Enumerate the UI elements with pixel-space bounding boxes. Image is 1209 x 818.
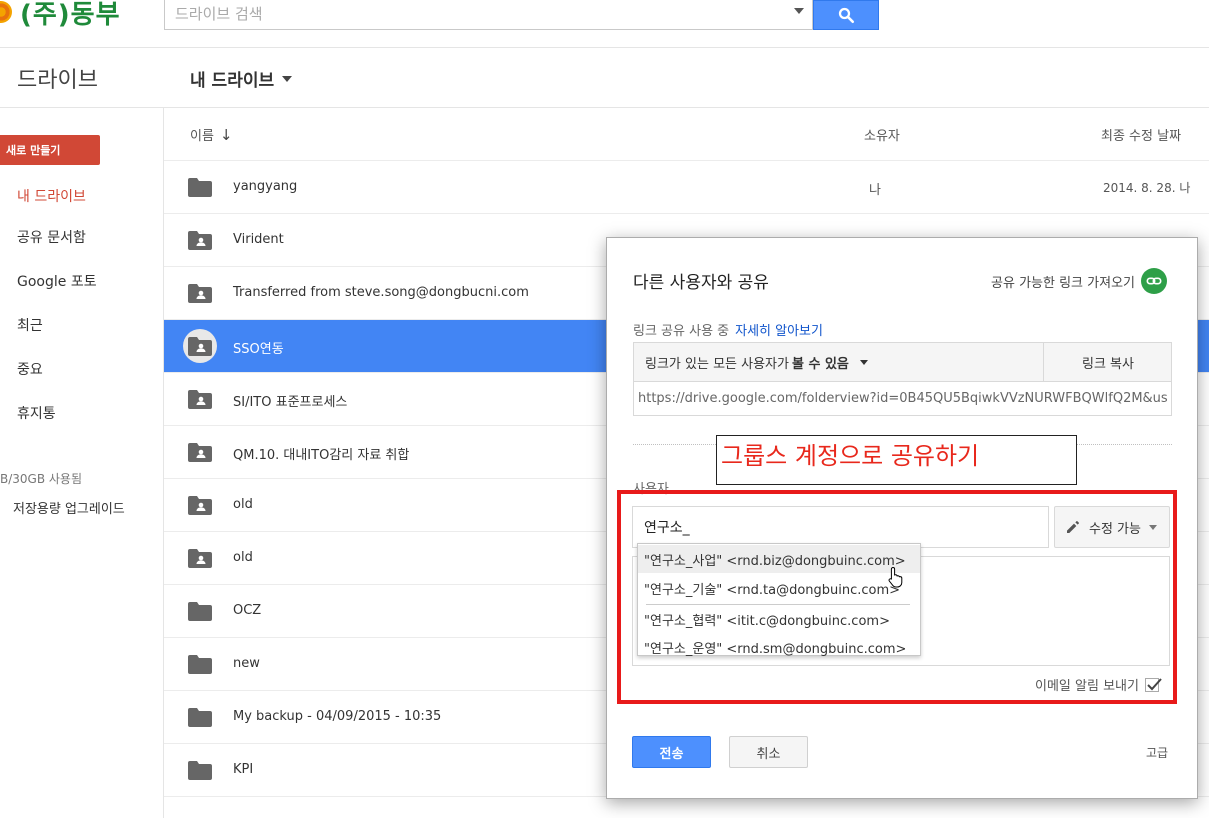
- file-name: SI/ITO 표준프로세스: [233, 395, 348, 410]
- shared-folder-icon: [188, 231, 212, 250]
- access-level: 볼 수 있음: [791, 356, 849, 372]
- file-owner: 나: [869, 183, 881, 198]
- file-name: old: [233, 497, 253, 512]
- sidebar-item-my-drive[interactable]: 내 드라이브: [17, 186, 86, 206]
- column-modified[interactable]: 최종 수정 날짜: [1101, 125, 1181, 144]
- column-name-label: 이름: [190, 129, 214, 144]
- column-header: 이름 ↓ 소유자 최종 수정 날짜: [164, 108, 1209, 161]
- search-box: [164, 0, 813, 30]
- sidebar-item-photos[interactable]: Google 포토: [17, 271, 97, 291]
- file-name: old: [233, 550, 253, 565]
- column-owner[interactable]: 소유자: [864, 125, 900, 144]
- access-caret-icon: [859, 359, 868, 365]
- shared-folder-icon: [188, 443, 212, 462]
- link-access-row: 링크가 있는 모든 사용자가 볼 수 있음 링크 복사: [633, 342, 1172, 382]
- folder-icon: [188, 655, 212, 674]
- file-name: SSO연동: [233, 342, 284, 357]
- file-name: My backup - 04/09/2015 - 10:35: [233, 709, 442, 724]
- get-link-label: 공유 가능한 링크 가져오기: [991, 275, 1135, 291]
- share-url-field[interactable]: [633, 382, 1172, 416]
- copy-link-button[interactable]: 링크 복사: [1043, 343, 1172, 381]
- subheader: 드라이브 내 드라이브: [0, 48, 1209, 108]
- logo-flower-icon: [0, 1, 12, 23]
- file-name: OCZ: [233, 603, 262, 618]
- sidebar-item-recent[interactable]: 최근: [17, 315, 43, 335]
- annotation-frame: [617, 490, 1177, 704]
- shared-folder-icon: [183, 329, 217, 363]
- sort-arrow-down-icon: ↓: [219, 126, 233, 144]
- learn-more-link[interactable]: 자세히 알아보기: [735, 324, 823, 339]
- search-icon: [838, 7, 855, 24]
- link-access-select[interactable]: 링크가 있는 모든 사용자가 볼 수 있음: [634, 343, 1043, 381]
- file-name: QM.10. 대내ITO감리 자료 취합: [233, 448, 410, 463]
- folder-icon: [188, 602, 212, 621]
- app-title: 드라이브: [17, 68, 98, 93]
- upgrade-storage-link[interactable]: 저장용량 업그레이드: [13, 503, 153, 516]
- file-name: KPI: [233, 762, 254, 777]
- column-name[interactable]: 이름 ↓: [190, 125, 233, 144]
- file-modified: 2014. 8. 28. 나: [1103, 181, 1191, 195]
- file-name: Transferred from steve.song@dongbucni.co…: [233, 285, 529, 300]
- shared-folder-icon: [188, 284, 212, 303]
- cancel-button[interactable]: 취소: [729, 736, 808, 768]
- shared-folder-icon: [188, 549, 212, 568]
- top-header: (주)동부: [0, 0, 1209, 48]
- search-options-caret-icon[interactable]: [794, 8, 804, 14]
- search-input[interactable]: [165, 0, 785, 28]
- annotation-text: 그룹스 계정으로 공유하기: [721, 442, 980, 470]
- folder-icon: [188, 761, 212, 780]
- send-button[interactable]: 전송: [632, 736, 711, 768]
- file-row[interactable]: yangyang 나 2014. 8. 28. 나: [164, 161, 1209, 214]
- shared-folder-icon: [188, 496, 212, 515]
- search-button[interactable]: [813, 0, 879, 30]
- file-name: Virident: [233, 232, 284, 247]
- access-prefix: 링크가 있는 모든 사용자가: [645, 356, 789, 372]
- company-logo[interactable]: (주)동부: [0, 0, 121, 32]
- advanced-link[interactable]: 고급: [1146, 744, 1168, 761]
- file-name: new: [233, 656, 260, 671]
- link-sharing-status: 링크 공유 사용 중 자세히 알아보기: [633, 320, 823, 339]
- sidebar-item-starred[interactable]: 중요: [17, 359, 43, 379]
- shared-folder-icon: [188, 390, 212, 409]
- breadcrumb-label: 내 드라이브: [190, 71, 275, 91]
- sidebar-item-trash[interactable]: 휴지통: [17, 403, 56, 423]
- breadcrumb[interactable]: 내 드라이브: [190, 66, 293, 91]
- new-button[interactable]: 새로 만들기: [0, 135, 100, 165]
- link-status-label: 링크 공유 사용 중: [633, 324, 730, 339]
- folder-icon: [188, 708, 212, 727]
- folder-icon: [188, 178, 212, 197]
- sidebar-item-shared[interactable]: 공유 문서함: [17, 227, 86, 247]
- breadcrumb-caret-icon: [282, 75, 293, 82]
- annotation-callout: 그룹스 계정으로 공유하기: [716, 435, 1077, 485]
- file-name: yangyang: [233, 179, 298, 194]
- logo-text: (주)동부: [20, 0, 121, 30]
- sidebar: 새로 만들기 내 드라이브 공유 문서함 Google 포토 최근 중요 휴지통…: [0, 108, 164, 818]
- dialog-title: 다른 사용자와 공유: [633, 273, 769, 293]
- storage-usage: B/30GB 사용됨: [0, 472, 83, 486]
- link-icon: [1141, 268, 1167, 294]
- get-shareable-link[interactable]: 공유 가능한 링크 가져오기: [991, 268, 1167, 294]
